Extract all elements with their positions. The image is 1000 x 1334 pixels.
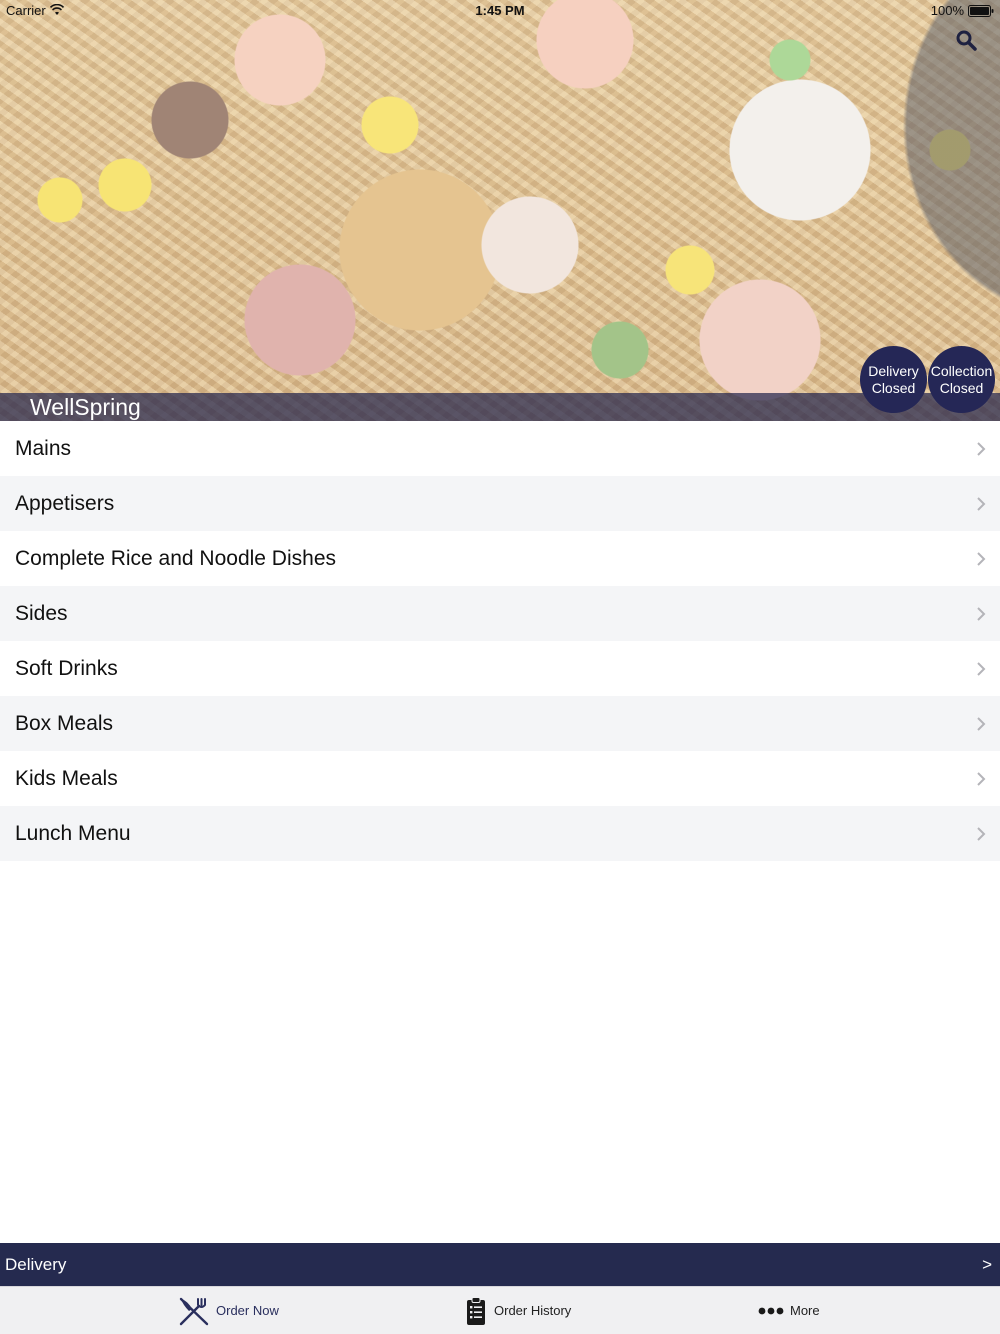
restaurant-name: WellSpring xyxy=(30,394,141,420)
menu-category-soft-drinks[interactable]: Soft Drinks xyxy=(0,641,1000,696)
tab-more[interactable]: More xyxy=(758,1287,820,1334)
clock-label: 1:45 PM xyxy=(475,3,525,18)
menu-category-label: Lunch Menu xyxy=(15,821,131,845)
battery-percent: 100% xyxy=(930,3,964,18)
menu-category-label: Soft Drinks xyxy=(15,656,118,680)
menu-category-label: Complete Rice and Noodle Dishes xyxy=(15,546,336,570)
menu-category-label: Appetisers xyxy=(15,491,115,515)
delivery-status-title: Delivery xyxy=(868,362,919,379)
menu-category-label: Box Meals xyxy=(15,711,114,735)
restaurant-name-bar xyxy=(0,393,1000,421)
collection-status-title: Collection xyxy=(930,362,993,379)
menu-category-sides[interactable]: Sides xyxy=(0,586,1000,641)
delivery-status-badge: Delivery Closed xyxy=(860,346,927,413)
delivery-status-value: Closed xyxy=(871,379,916,396)
menu-category-appetisers[interactable]: Appetisers xyxy=(0,476,1000,531)
tab-order-now[interactable]: Order Now xyxy=(178,1287,279,1334)
menu-category-lunch-menu[interactable]: Lunch Menu xyxy=(0,806,1000,861)
chevron-right-icon xyxy=(977,606,986,621)
collection-status-badge: Collection Closed xyxy=(928,346,995,413)
chevron-right-icon xyxy=(977,826,986,841)
chevron-right-icon xyxy=(977,551,986,566)
menu-category-label: Kids Meals xyxy=(15,766,118,790)
search-icon xyxy=(956,30,977,51)
menu-category-list: Mains Appetisers Complete Rice and Noodl… xyxy=(0,421,1000,861)
tab-order-history[interactable]: Order History xyxy=(464,1287,571,1334)
chevron-right-icon xyxy=(977,441,986,456)
fork-knife-icon xyxy=(179,1297,209,1325)
tab-label: Order History xyxy=(494,1303,572,1318)
chevron-right-icon xyxy=(977,496,986,511)
hero-banner xyxy=(0,0,1000,421)
menu-category-rice-noodle[interactable]: Complete Rice and Noodle Dishes xyxy=(0,531,1000,586)
collection-status-value: Closed xyxy=(939,379,984,396)
delivery-mode-bar[interactable]: Delivery > xyxy=(0,1243,1000,1286)
tab-label: Order Now xyxy=(216,1303,279,1318)
menu-category-kids-meals[interactable]: Kids Meals xyxy=(0,751,1000,806)
menu-category-label: Sides xyxy=(15,601,68,625)
search-button[interactable] xyxy=(954,28,980,54)
tab-label: More xyxy=(790,1303,820,1318)
tab-bar: Order Now Order History More xyxy=(0,1286,1000,1334)
chevron-right-icon xyxy=(977,716,986,731)
menu-category-mains[interactable]: Mains xyxy=(0,421,1000,476)
menu-category-box-meals[interactable]: Box Meals xyxy=(0,696,1000,751)
battery-icon xyxy=(968,5,994,17)
hero-overlay xyxy=(0,0,1000,421)
clipboard-icon xyxy=(467,1296,485,1325)
more-dots-icon xyxy=(758,1307,784,1314)
delivery-mode-arrow: > xyxy=(982,1255,992,1274)
status-bar: Carrier 1:45 PM 100% xyxy=(0,0,1000,22)
chevron-right-icon xyxy=(977,771,986,786)
delivery-mode-label: Delivery xyxy=(5,1255,67,1274)
chevron-right-icon xyxy=(977,661,986,676)
menu-category-label: Mains xyxy=(15,436,72,460)
